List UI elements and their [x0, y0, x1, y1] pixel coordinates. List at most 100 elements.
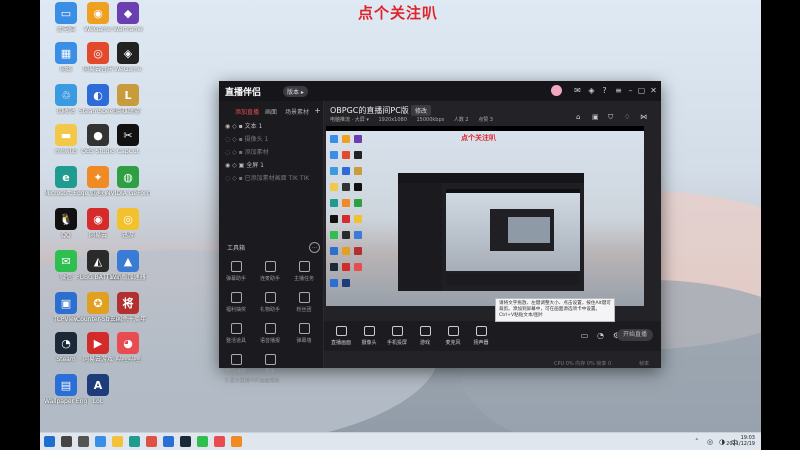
source-item[interactable]: ◉ ◇ ▣ 全屏 1	[225, 160, 264, 169]
source-item[interactable]: ◌ ◇ ▪ 已添加素材画面 TIK TIK	[225, 173, 309, 182]
help-icon[interactable]: ?	[600, 86, 609, 95]
tool-button[interactable]: 主播任务	[293, 261, 315, 282]
status-right: 帧率	[639, 361, 650, 367]
screen-frame: 点个关注叭 ▭ 此电脑 ◉ WeGame ◆ Warframe ▦ 网络 ◎ 网易云音乐 ◈ WeGa…	[0, 0, 800, 450]
live-preview[interactable]: 点个关注叭	[326, 126, 644, 306]
tool-button[interactable]: 福利抽奖	[225, 292, 247, 313]
volume-icon[interactable]: ◔	[596, 331, 605, 340]
taskbar-bilibili-icon[interactable]	[214, 436, 225, 447]
tab-screen[interactable]: 画面	[265, 107, 277, 116]
menu-icon[interactable]: ≡	[614, 86, 623, 95]
skin-icon[interactable]: ◈	[587, 86, 596, 95]
control-button[interactable]: 直播画面	[330, 326, 352, 346]
desktop-icon-label: CapCut	[116, 148, 140, 155]
desktop-icon[interactable]: ▲ Win版加速器	[106, 250, 150, 281]
taskbar-app-icon[interactable]	[231, 436, 242, 447]
tool-button[interactable]: 语音播报	[259, 323, 281, 344]
message-icon[interactable]: ✉	[573, 86, 582, 95]
control-icon	[475, 326, 487, 336]
tool-button[interactable]: 弹幕墙	[293, 323, 315, 344]
taskbar-task-view-icon[interactable]	[78, 436, 89, 447]
avatar[interactable]	[551, 85, 562, 96]
home-icon[interactable]: ⌂	[576, 113, 580, 121]
control-icon	[391, 326, 403, 336]
taskbar-wechat-icon[interactable]	[197, 436, 208, 447]
clock[interactable]: 19:03 2021/12/19	[726, 435, 755, 447]
control-button[interactable]: 扬声器	[470, 326, 492, 346]
tool-icon	[230, 292, 242, 303]
tool-label: 粉丝团	[296, 307, 312, 313]
taskbar-search-icon[interactable]	[61, 436, 72, 447]
preview-icon	[342, 167, 350, 175]
app-icon: ◍	[117, 166, 139, 188]
source-item[interactable]: ◉ ◇ ▪ 文本 1	[225, 121, 262, 130]
preview-icon	[330, 215, 338, 223]
desktop-icon[interactable]: L 英雄联盟	[106, 84, 150, 115]
add-icon[interactable]: +	[313, 106, 322, 115]
camera-icon[interactable]: ▭	[580, 331, 589, 340]
app-icon: ▦	[55, 42, 77, 64]
desktop-icon[interactable]: ◍ NVIDIA GeForce	[106, 166, 150, 197]
edit-room-button[interactable]: 修改	[411, 105, 432, 116]
tool-icon	[230, 354, 242, 365]
taskbar-windows-icon[interactable]	[44, 436, 55, 447]
control-button[interactable]: 手机投屏	[386, 326, 408, 346]
source-item[interactable]: ◌ ◇ ▪ 添加素材	[225, 147, 269, 156]
nested-titlebar	[398, 173, 584, 183]
share-icon[interactable]: ⋈	[640, 113, 647, 121]
tool-button[interactable]: 连麦助手	[259, 261, 281, 282]
shield-icon[interactable]: ⛉	[608, 113, 613, 122]
preview-icon	[342, 247, 350, 255]
stream-mode[interactable]: 电脑推流 · 大屏 ▾	[330, 117, 369, 123]
preview-icon	[354, 199, 362, 207]
tool-button[interactable]: 礼物助手	[259, 292, 281, 313]
taskbar-widgets-icon[interactable]	[95, 436, 106, 447]
tool-button[interactable]: 弹幕助手	[225, 261, 247, 282]
control-button[interactable]: 游戏	[414, 326, 436, 346]
desktop-icon[interactable]: ◎ 迅游	[106, 208, 150, 239]
more-circle-icon[interactable]: …	[309, 242, 320, 253]
desktop-icon-label: Warframe	[113, 26, 143, 33]
preview-icon	[342, 183, 350, 191]
preview-icon	[342, 199, 350, 207]
bell-icon[interactable]: ♢	[624, 113, 630, 121]
taskbar-explorer-icon[interactable]	[112, 436, 123, 447]
preview-icon	[330, 135, 338, 143]
tool-button[interactable]: 表情播报	[225, 354, 247, 375]
tab-scene-assets[interactable]: 场景素材	[285, 107, 309, 116]
control-button[interactable]: 麦克风	[442, 326, 464, 346]
desktop-icon[interactable]: 将三国杀十周年	[106, 292, 150, 323]
tool-button[interactable]: 粉丝团	[293, 292, 315, 313]
tray-up-icon[interactable]: ˄	[695, 438, 699, 446]
network-icon[interactable]: ◎	[707, 438, 713, 446]
maximize-icon[interactable]: ▢	[637, 86, 646, 95]
close-icon[interactable]: ✕	[649, 86, 658, 95]
control-bar: 直播画面摄像头手机投屏游戏麦克风扬声器 ▭ ◔ ⚙	[324, 321, 661, 351]
control-button[interactable]: 摄像头	[358, 326, 380, 346]
start-live-button[interactable]: 开始直播	[617, 329, 653, 341]
control-label: 直播画面	[330, 340, 351, 346]
desktop-icon[interactable]: ◕ 哔哩哔哩	[106, 332, 150, 363]
taskbar-steam-icon[interactable]	[180, 436, 191, 447]
desktop-icon[interactable]: A LoL	[76, 374, 120, 405]
bottom-note: 5.显示直播中的画面模板	[225, 378, 280, 384]
lock-icon[interactable]: ▣	[592, 113, 599, 121]
desktop-icon[interactable]: ✂ CapCut	[106, 124, 150, 155]
source-item[interactable]: ◌ ◇ ▪ 摄像头 1	[225, 134, 268, 143]
app-icon: ✂	[117, 124, 139, 146]
preview-icon	[354, 183, 362, 191]
preview-icon	[330, 263, 338, 271]
minimize-icon[interactable]: –	[626, 86, 635, 95]
desktop-icon[interactable]: ◆ Warframe	[106, 2, 150, 33]
viewer-count: 人数 2	[453, 117, 469, 123]
tool-button[interactable]: 整活道具	[225, 323, 247, 344]
tab-add-live[interactable]: 添加直播	[235, 107, 259, 116]
taskbar-store-icon[interactable]	[163, 436, 174, 447]
volume-tray-icon[interactable]: ◑	[719, 438, 725, 446]
version-badge[interactable]: 版本 ▸	[283, 86, 308, 97]
taskbar-edge-icon[interactable]	[129, 436, 140, 447]
resolution: 1920x1080	[378, 117, 407, 123]
desktop-icon[interactable]: ◈ WeGame	[106, 42, 150, 73]
tool-button[interactable]: 更多	[259, 354, 281, 375]
taskbar-chrome-icon[interactable]	[146, 436, 157, 447]
